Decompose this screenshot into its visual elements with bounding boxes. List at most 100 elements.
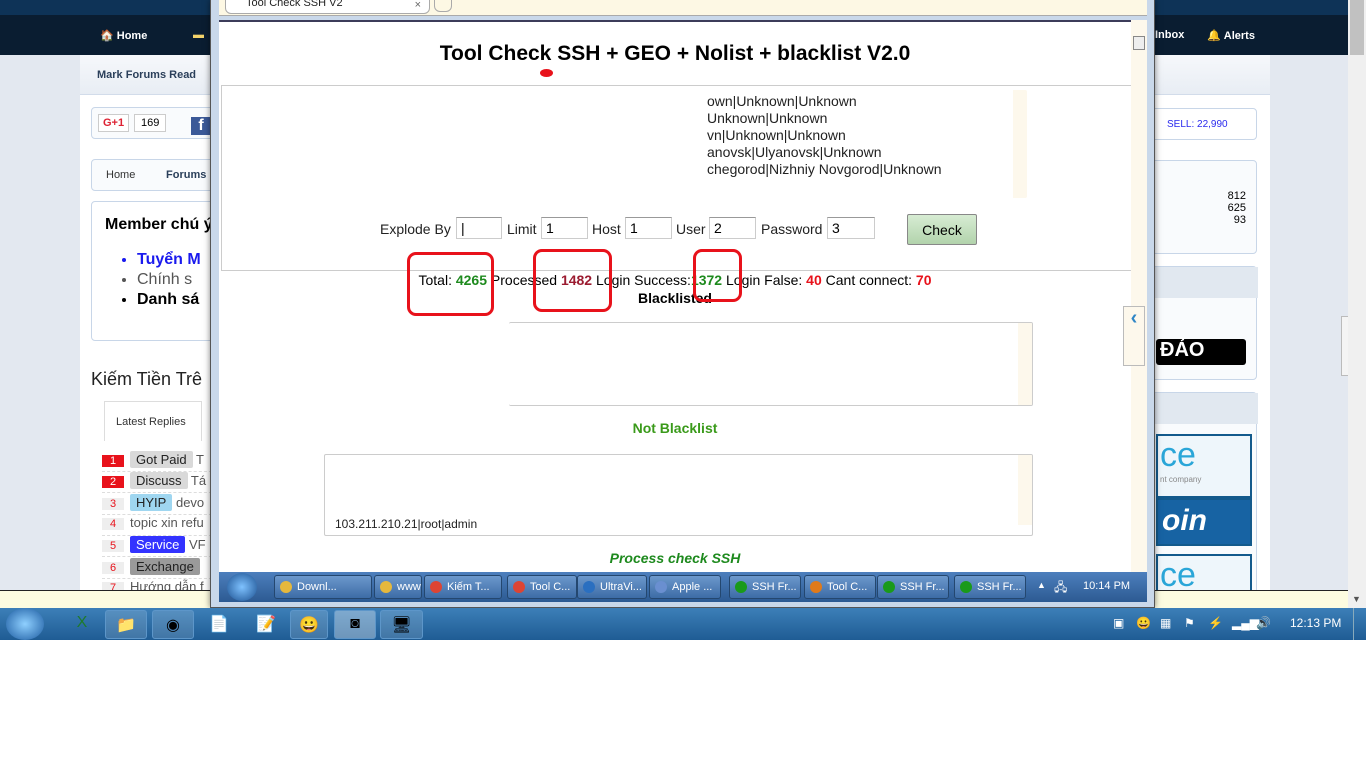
action-center-icon[interactable]: ⚑: [1184, 616, 1195, 630]
rank-badge: 2: [102, 476, 124, 489]
sidebar-collapse-button[interactable]: ‹: [1341, 316, 1348, 376]
textarea-scrollbar[interactable]: [1018, 323, 1032, 405]
breadcrumb-home[interactable]: Home: [106, 169, 135, 181]
remote-taskbar-button[interactable]: Apple ...: [649, 575, 721, 599]
nav-inbox[interactable]: Inbox: [1155, 29, 1184, 41]
windows-taskbar: X 📁 ◉ 📄 📝 😀 ◙ 🖥 ▣ 😀 ▦ ⚑ ⚡ ▂▄▆ 🔊 12:13 PM: [0, 608, 1366, 640]
notice-item[interactable]: Danh sá: [137, 290, 201, 310]
remote-taskbar-button[interactable]: SSH Fr...: [954, 575, 1026, 599]
show-desktop-button[interactable]: [1353, 608, 1366, 640]
tray-expand-icon[interactable]: ▲: [1037, 580, 1046, 590]
remote-taskbar-button[interactable]: UltraVi...: [577, 575, 647, 599]
scroll-down-arrow[interactable]: ▼: [1352, 594, 1361, 604]
latest-reply-row[interactable]: 4 topic xin refu: [102, 515, 212, 536]
latest-reply-row[interactable]: 2 Discuss Tá: [102, 472, 212, 494]
password-label: Password: [761, 221, 823, 237]
start-button[interactable]: [227, 573, 257, 601]
close-tab-icon[interactable]: ×: [415, 0, 421, 11]
tray-add-icon[interactable]: ▣: [1113, 616, 1124, 630]
inner-scrollbar[interactable]: [1131, 20, 1147, 572]
facebook-icon[interactable]: f: [191, 117, 211, 135]
sidebar-collapse-button[interactable]: ‹: [1123, 306, 1145, 366]
breadcrumb-forums[interactable]: Forums: [166, 169, 206, 181]
remote-connection-icon[interactable]: 🖥: [380, 610, 423, 639]
power-icon[interactable]: ⚡: [1208, 616, 1223, 630]
prefix-tag[interactable]: Discuss: [130, 472, 188, 490]
limit-input[interactable]: 1: [541, 217, 588, 239]
not-blacklist-textarea[interactable]: 103.211.210.21|root|admin: [324, 454, 1033, 536]
nav-home[interactable]: 🏠 Home: [100, 29, 147, 42]
latest-reply-row[interactable]: 5 Service VF: [102, 536, 212, 558]
gplus-count: 169: [134, 114, 167, 132]
prefix-tag[interactable]: HYIP: [130, 493, 173, 511]
editor-icon[interactable]: 📝: [245, 610, 287, 639]
blacklisted-textarea[interactable]: [509, 322, 1033, 406]
tab-latest-replies[interactable]: Latest Replies: [104, 401, 202, 441]
explode-input[interactable]: |: [456, 217, 502, 239]
prefix-tag[interactable]: Service: [130, 536, 186, 554]
stat-value: 93: [1233, 214, 1246, 226]
thread-title[interactable]: devo: [176, 495, 204, 510]
nav-alerts[interactable]: 🔔 Alerts: [1207, 29, 1255, 42]
monitor-tray-icon[interactable]: ▦: [1160, 616, 1171, 630]
remote-taskbar-button[interactable]: Kiếm T...: [424, 575, 502, 599]
host-input[interactable]: 1: [625, 217, 672, 239]
remote-taskbar-button[interactable]: www: [374, 575, 422, 599]
user-input[interactable]: 2: [709, 217, 756, 239]
thread-title[interactable]: T: [196, 452, 204, 467]
password-input[interactable]: 3: [827, 217, 875, 239]
new-tab-button[interactable]: [434, 0, 452, 12]
latest-reply-row[interactable]: 3 HYIP devo: [102, 493, 212, 515]
textarea-scrollbar[interactable]: [1018, 455, 1032, 525]
stat-value: 625: [1227, 202, 1246, 214]
chat-icon[interactable]: ▬: [193, 29, 204, 41]
chrome-icon[interactable]: ◉: [152, 610, 194, 639]
remote-taskbar-button[interactable]: SSH Fr...: [877, 575, 949, 599]
scroll-thumb[interactable]: [1133, 36, 1145, 50]
notice-item[interactable]: Tuyển M: [137, 250, 201, 270]
thread-title[interactable]: topic xin refu: [130, 515, 204, 530]
thread-title[interactable]: VF: [189, 537, 206, 552]
mark-forums-read[interactable]: Mark Forums Read: [97, 69, 196, 81]
remote-taskbar-button[interactable]: Downl...: [274, 575, 372, 599]
ultraviewer-icon[interactable]: ◙: [334, 610, 376, 639]
yahoo-tray-icon[interactable]: 😀: [1136, 616, 1151, 630]
app-icon: [735, 581, 747, 593]
signal-icon[interactable]: ▂▄▆: [1232, 616, 1259, 630]
ad-banner[interactable]: ce nt company: [1156, 434, 1252, 498]
yahoo-messenger-icon[interactable]: 😀: [290, 610, 328, 639]
input-line: chegorod|Nizhniy Novgorod|Unknown: [707, 161, 942, 177]
scroll-thumb[interactable]: [1350, 0, 1364, 55]
start-button[interactable]: [6, 608, 44, 640]
latest-reply-row[interactable]: 1 Got Paid T: [102, 451, 212, 472]
check-button[interactable]: Check: [907, 214, 977, 245]
notepad-icon[interactable]: 📄: [198, 610, 240, 639]
bell-icon: 🔔: [1207, 30, 1221, 42]
volume-icon[interactable]: 🔊: [1256, 616, 1271, 630]
notice-item[interactable]: Chính s: [137, 270, 201, 290]
excel-icon[interactable]: X: [52, 610, 112, 639]
page-title: Tool Check SSH + GEO + Nolist + blacklis…: [439, 42, 911, 65]
stats-box: 812 625 93: [1150, 160, 1257, 254]
latest-reply-row[interactable]: 6 Exchange: [102, 557, 212, 579]
system-clock[interactable]: 12:13 PM: [1290, 616, 1341, 630]
remote-taskbar-button[interactable]: Tool C...: [507, 575, 577, 599]
explorer-icon[interactable]: 📁: [105, 610, 147, 639]
thread-title[interactable]: Tá: [191, 473, 206, 488]
prefix-tag[interactable]: Exchange: [130, 557, 200, 575]
page-scrollbar[interactable]: ▼: [1348, 0, 1366, 608]
gplus-button[interactable]: G+1: [98, 114, 130, 132]
app-icon: [655, 581, 667, 593]
ssh-input-textarea[interactable]: own|Unknown|Unknown Unknown|Unknown vn|Unk…: [311, 90, 1027, 198]
browser-tab[interactable]: Tool Check SSH V2 ×: [225, 0, 430, 14]
textarea-scrollbar[interactable]: [1013, 90, 1027, 198]
banner-ad[interactable]: ĐẢO: [1156, 339, 1246, 365]
input-line: anovsk|Ulyanovsk|Unknown: [707, 144, 882, 160]
annotation-circle: [693, 249, 742, 302]
prefix-tag[interactable]: Got Paid: [130, 451, 193, 468]
remote-taskbar-button[interactable]: Tool C...: [804, 575, 876, 599]
rank-badge: 1: [102, 455, 124, 467]
result-line: 103.211.210.21|root|admin: [335, 517, 478, 531]
remote-taskbar-button[interactable]: SSH Fr...: [729, 575, 801, 599]
ad-banner[interactable]: oin: [1156, 498, 1252, 546]
